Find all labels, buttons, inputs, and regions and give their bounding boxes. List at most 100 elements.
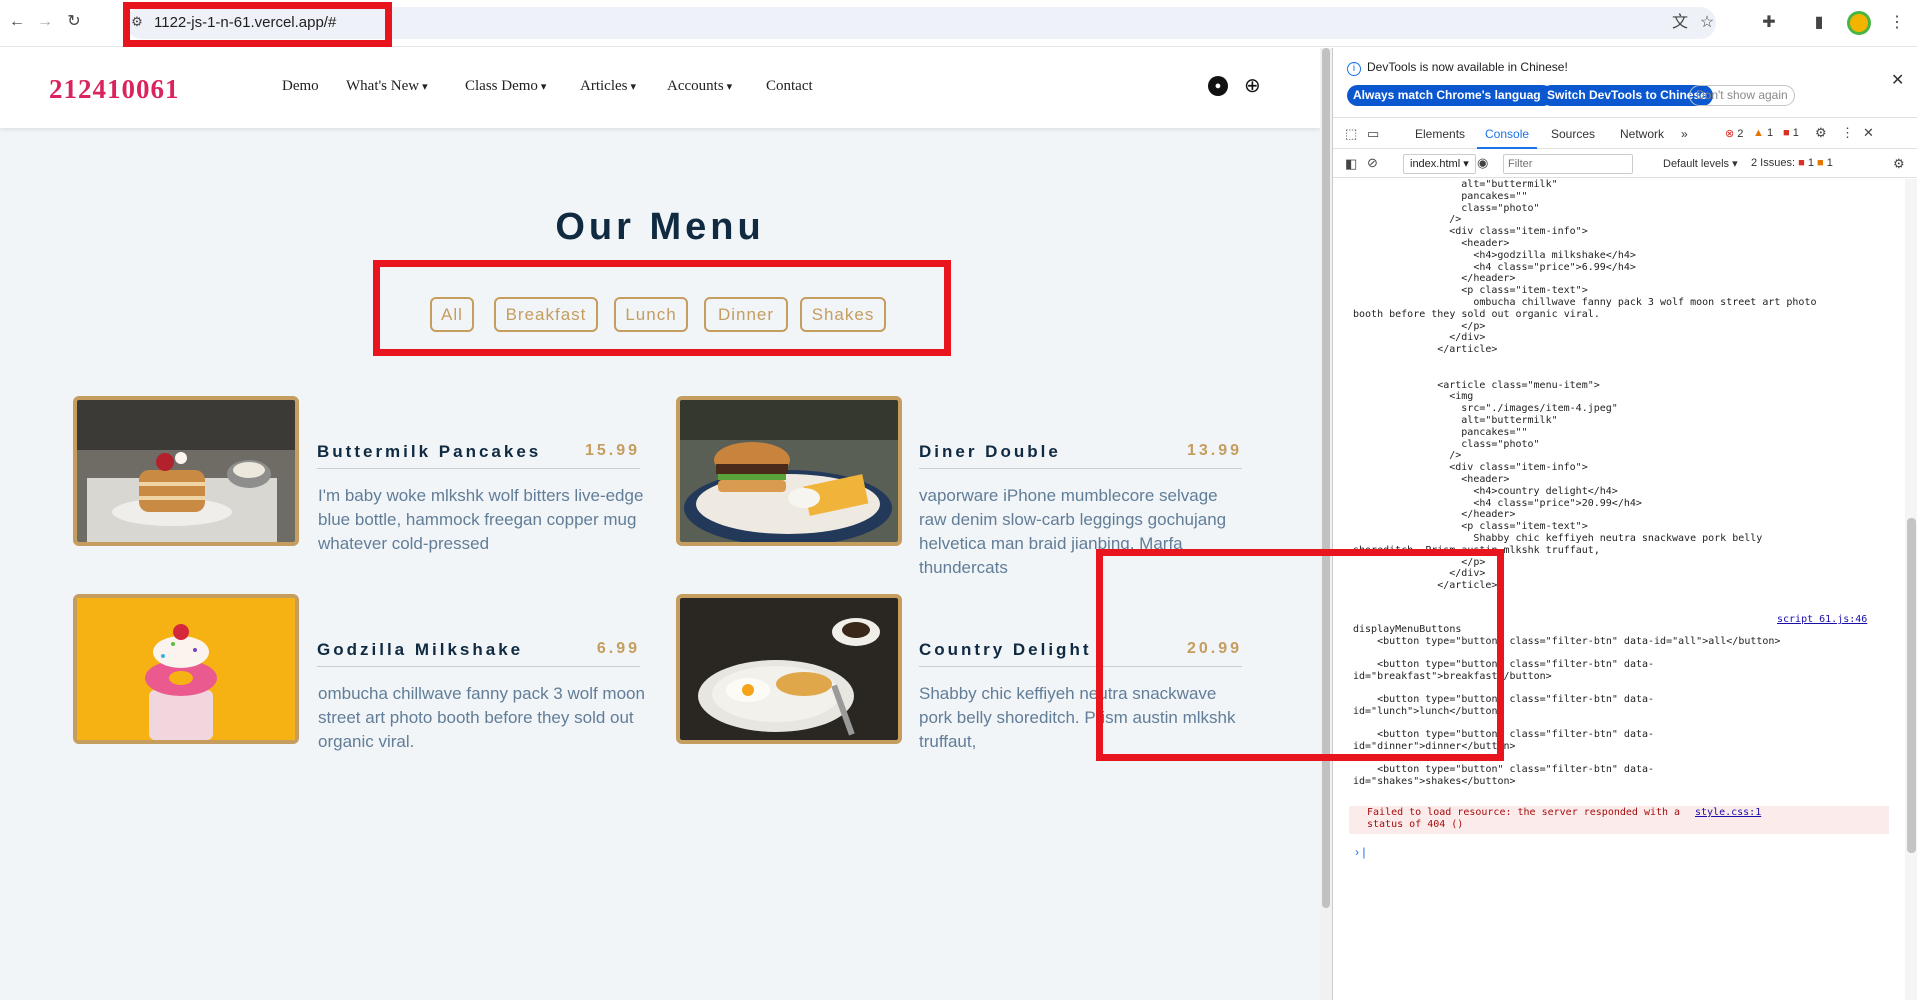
error-count[interactable]: ⊗ 2	[1725, 127, 1743, 140]
tab-network[interactable]: Network	[1620, 127, 1664, 141]
console-code-line: alt="buttermilk"	[1377, 415, 1558, 426]
web-page: 212410061 Demo What's New ▾ Class Demo ▾ A…	[0, 48, 1320, 1000]
settings-gear-icon[interactable]: ⚙	[1815, 125, 1827, 141]
close-icon[interactable]: ✕	[1891, 70, 1904, 90]
nav-label: What's New	[346, 78, 420, 94]
filter-all-button[interactable]: All	[430, 297, 474, 332]
divider	[919, 468, 1242, 469]
github-icon[interactable]: ●	[1208, 76, 1228, 96]
bookmark-star-icon[interactable]: ☆	[1696, 12, 1718, 34]
sidebar-toggle-icon[interactable]: ◧	[1345, 156, 1357, 172]
context-select[interactable]: index.html ▾	[1403, 154, 1476, 174]
live-expression-eye-icon[interactable]: ◉	[1477, 155, 1488, 171]
log-levels-dropdown[interactable]: Default levels ▾	[1663, 157, 1738, 170]
console-code-line: <h4 class="price">6.99</h4>	[1377, 261, 1636, 273]
more-tabs-icon[interactable]: »	[1681, 127, 1688, 141]
globe-icon[interactable]: ⊕	[1244, 75, 1261, 97]
console-scrollbar-thumb[interactable]	[1907, 518, 1916, 853]
console-code-line	[1377, 368, 1425, 380]
nav-label: Articles	[580, 78, 628, 94]
clear-console-icon[interactable]: ⊘	[1367, 155, 1378, 171]
chevron-down-icon: ▾	[630, 81, 637, 93]
chevron-down-icon: ▾	[726, 81, 733, 93]
menu-item-price: 13.99	[1186, 442, 1242, 459]
side-panel-icon[interactable]: ▮	[1808, 12, 1830, 34]
warning-icon: ▲	[1753, 127, 1764, 139]
menu-item-price: 15.99	[584, 442, 640, 459]
console-code-line: <p class="item-text">	[1377, 521, 1588, 533]
translate-icon[interactable]: 文	[1669, 12, 1691, 34]
page-title: Our Menu	[555, 206, 765, 248]
menu-item-text: I'm baby woke mlkshk wolf bitters live-e…	[318, 486, 644, 553]
tab-sources[interactable]: Sources	[1551, 127, 1595, 141]
nav-accounts[interactable]: Accounts ▾	[667, 78, 732, 95]
devtools-panel: i DevTools is now available in Chinese! ✕…	[1332, 48, 1917, 1000]
nav-label: Accounts	[667, 78, 724, 94]
profile-avatar[interactable]	[1847, 11, 1871, 35]
warning-count[interactable]: ▲ 1	[1753, 127, 1773, 139]
back-icon[interactable]: ←	[7, 12, 27, 32]
device-toolbar-icon[interactable]: ▭	[1367, 126, 1379, 142]
console-code-line: <img	[1377, 391, 1474, 403]
filter-breakfast-button[interactable]: Breakfast	[494, 297, 598, 332]
match-language-button[interactable]: Always match Chrome's language	[1347, 85, 1554, 106]
extensions-icon[interactable]: ✚	[1758, 12, 1780, 34]
brand-logo[interactable]: 212410061	[49, 74, 180, 105]
dont-show-again-button[interactable]: Don't show again	[1689, 85, 1795, 106]
menu-kebab-icon[interactable]: ⋮	[1886, 12, 1908, 34]
devtools-menu-icon[interactable]: ⋮	[1841, 125, 1854, 141]
issue-error-count: 1	[1807, 157, 1814, 169]
nav-label: Contact	[766, 78, 813, 94]
menu-item-photo	[73, 594, 299, 744]
burger-photo	[680, 400, 898, 542]
console-code-line: <p class="item-text">	[1377, 285, 1588, 297]
message-count-value: 1	[1792, 127, 1799, 139]
nav-class-demo[interactable]: Class Demo ▾	[465, 78, 546, 95]
issue-warning-icon: ■	[1817, 157, 1824, 169]
log-source-link[interactable]: script 61.js:46	[1777, 614, 1867, 625]
console-log-line: id="shakes">shakes</button>	[1353, 776, 1516, 788]
menu-item-title: Diner Double	[919, 442, 1061, 461]
menu-item-text: ombucha chillwave fanny pack 3 wolf moon…	[318, 684, 645, 751]
page-scrollbar-thumb[interactable]	[1322, 48, 1330, 908]
issues-counter[interactable]: 2 Issues: ■ 1 ■ 1	[1751, 157, 1833, 169]
console-code-line	[1377, 356, 1425, 368]
console-code-line: booth before they sold out organic viral…	[1353, 308, 1600, 320]
console-highlight-box	[1096, 549, 1504, 761]
chevron-down-icon: ▾	[540, 81, 547, 93]
nav-whats-new[interactable]: What's New ▾	[346, 78, 428, 95]
console-code-line: <h4>godzilla milkshake</h4>	[1377, 249, 1636, 261]
console-code-line: <header>	[1377, 238, 1510, 249]
switch-language-button[interactable]: Switch DevTools to Chinese	[1541, 85, 1713, 106]
inspect-element-icon[interactable]: ⬚	[1345, 126, 1357, 142]
forward-icon[interactable]: →	[35, 12, 55, 32]
message-count[interactable]: ■ 1	[1783, 127, 1799, 139]
filter-dinner-button[interactable]: Dinner	[704, 297, 788, 332]
filter-shakes-button[interactable]: Shakes	[800, 297, 886, 332]
nav-demo[interactable]: Demo	[282, 78, 319, 95]
menu-item-title: Godzilla Milkshake	[317, 640, 524, 659]
nav-contact[interactable]: Contact	[766, 78, 813, 95]
reload-icon[interactable]: ↻	[64, 12, 84, 32]
divider	[317, 468, 640, 469]
devtools-tabbar: ⬚ ▭ Elements Console Sources Network » ⊗…	[1333, 117, 1917, 149]
console-prompt[interactable]: › |	[1355, 845, 1365, 859]
warning-count-value: 1	[1766, 127, 1774, 139]
console-code-line: />	[1377, 214, 1462, 226]
console-code-line: alt="buttermilk"	[1377, 179, 1558, 190]
error-source-link[interactable]: style.css:1	[1695, 807, 1761, 818]
close-devtools-icon[interactable]: ✕	[1863, 125, 1874, 141]
url-highlight-box	[123, 2, 392, 47]
console-settings-icon[interactable]: ⚙	[1893, 156, 1905, 172]
menu-item-price: 6.99	[596, 640, 640, 657]
info-icon: i	[1347, 62, 1361, 76]
console-code-line: <h4>country delight</h4>	[1377, 485, 1618, 497]
console-filter-input[interactable]	[1503, 154, 1633, 174]
console-code-line: </div>	[1377, 332, 1486, 344]
tab-console[interactable]: Console	[1485, 127, 1529, 141]
nav-articles[interactable]: Articles ▾	[580, 78, 636, 95]
tab-elements[interactable]: Elements	[1415, 127, 1465, 141]
console-code-line: </header>	[1377, 509, 1516, 521]
filter-lunch-button[interactable]: Lunch	[614, 297, 688, 332]
console-code-line: <h4 class="price">20.99</h4>	[1377, 497, 1642, 509]
